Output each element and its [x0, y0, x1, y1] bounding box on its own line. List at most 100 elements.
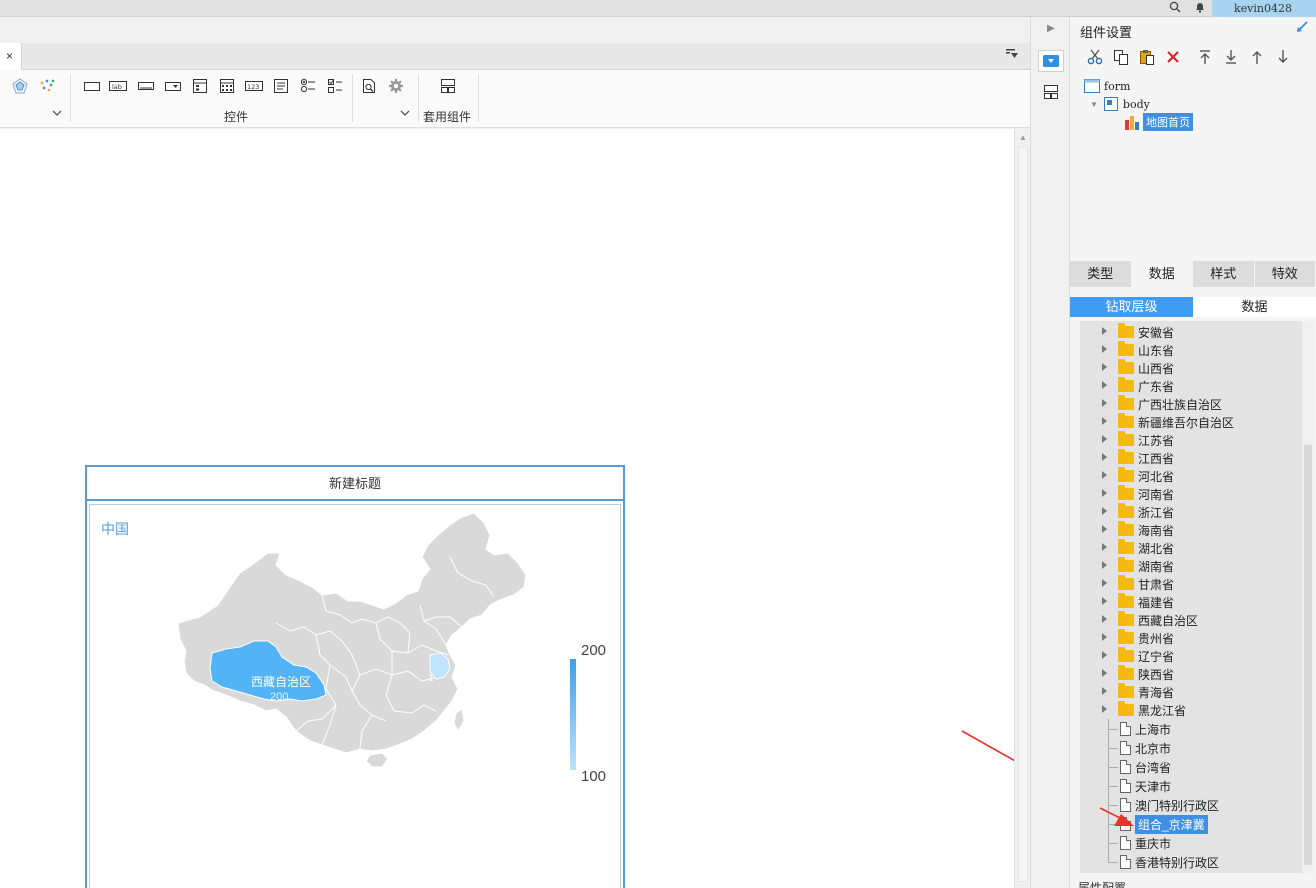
layout-button[interactable] — [1038, 81, 1064, 103]
tree-folder-item[interactable]: 辽宁省 — [1080, 647, 1302, 665]
expand-arrow-icon[interactable]: ▶ — [1047, 23, 1055, 34]
segment-data[interactable]: 数据 — [1193, 297, 1316, 317]
map-widget[interactable]: 新建标题 中国 西藏自治区 200 1 200 100 — [85, 465, 625, 888]
close-icon[interactable]: × — [6, 49, 13, 63]
tree-folder-item[interactable]: 贵州省 — [1080, 629, 1302, 647]
tree-folder-item[interactable]: 福建省 — [1080, 593, 1302, 611]
component-settings-button[interactable] — [1038, 50, 1064, 72]
expand-caret-icon[interactable] — [1102, 363, 1107, 371]
expand-caret-icon[interactable] — [1102, 453, 1107, 461]
scroll-up-icon[interactable]: ▲ — [1019, 133, 1027, 142]
copy-icon[interactable] — [1112, 48, 1130, 66]
user-menu[interactable]: kevin0428 — [1212, 0, 1316, 17]
expand-caret-icon[interactable] — [1102, 507, 1107, 515]
tree-folder-item[interactable]: 湖南省 — [1080, 557, 1302, 575]
tab-style[interactable]: 样式 — [1193, 261, 1255, 287]
expand-triangle-icon[interactable]: ▼ — [1090, 100, 1098, 109]
tree-folder-item[interactable]: 海南省 — [1080, 521, 1302, 539]
textfield-icon[interactable] — [137, 78, 155, 94]
visual-map-legend[interactable] — [570, 659, 576, 770]
tree-folder-item[interactable]: 甘肃省 — [1080, 575, 1302, 593]
bell-icon[interactable] — [1194, 1, 1206, 16]
tree-folder-item[interactable]: 浙江省 — [1080, 503, 1302, 521]
tree-folder-item[interactable]: 河南省 — [1080, 485, 1302, 503]
expand-caret-icon[interactable] — [1102, 579, 1107, 587]
tree-folder-item[interactable]: 江西省 — [1080, 449, 1302, 467]
chevron-down-icon[interactable] — [400, 108, 410, 121]
tree-folder-item[interactable]: 湖北省 — [1080, 539, 1302, 557]
paste-icon[interactable] — [1138, 48, 1156, 66]
tree-node-body[interactable]: ▼ body — [1090, 95, 1150, 113]
expand-caret-icon[interactable] — [1102, 327, 1107, 335]
expand-caret-icon[interactable] — [1102, 669, 1107, 677]
move-bottom-icon[interactable] — [1222, 48, 1240, 66]
checkbox-group-icon[interactable] — [326, 78, 344, 94]
tree-folder-item[interactable]: 青海省 — [1080, 683, 1302, 701]
expand-caret-icon[interactable] — [1102, 489, 1107, 497]
expand-caret-icon[interactable] — [1102, 687, 1107, 695]
tree-folder-item[interactable]: 广东省 — [1080, 377, 1302, 395]
document-tab[interactable]: × — [0, 43, 22, 70]
radio-group-icon[interactable] — [299, 78, 317, 94]
settings-icon[interactable] — [387, 78, 405, 94]
segment-drill-level[interactable]: 钻取层级 — [1070, 297, 1193, 317]
tree-folder-item[interactable]: 山东省 — [1080, 341, 1302, 359]
expand-caret-icon[interactable] — [1102, 345, 1107, 353]
cut-icon[interactable] — [1086, 48, 1104, 66]
expand-caret-icon[interactable] — [1102, 651, 1107, 659]
tab-menu-icon[interactable] — [1006, 49, 1018, 62]
search-icon[interactable] — [1169, 1, 1181, 16]
label-icon[interactable]: lab — [109, 78, 127, 94]
drill-tree-scrollbar[interactable] — [1302, 321, 1314, 873]
delete-icon[interactable] — [1164, 48, 1182, 66]
pin-icon[interactable] — [1296, 21, 1308, 36]
calendar-icon[interactable] — [218, 78, 236, 94]
tree-folder-item[interactable]: 陕西省 — [1080, 665, 1302, 683]
design-canvas[interactable]: 新建标题 中国 西藏自治区 200 1 200 100 — [0, 129, 1014, 888]
expand-caret-icon[interactable] — [1102, 597, 1107, 605]
expand-caret-icon[interactable] — [1102, 525, 1107, 533]
widget-title[interactable]: 新建标题 — [87, 467, 623, 501]
tree-node-form[interactable]: form — [1084, 77, 1130, 95]
tree-folder-item[interactable]: 西藏自治区 — [1080, 611, 1302, 629]
scrollbar-thumb[interactable] — [1018, 147, 1028, 882]
move-top-icon[interactable] — [1196, 48, 1214, 66]
drill-level-tree[interactable]: 安徽省 山东省 山西省 广东省 广西壮族自治区 新疆维吾尔自治区 江苏省 江西省 河北省 河南省浙… — [1080, 321, 1302, 873]
map-chart-area[interactable]: 中国 西藏自治区 200 1 200 100 — [89, 504, 621, 888]
tree-folder-item[interactable]: 广西壮族自治区 — [1080, 395, 1302, 413]
tree-folder-item[interactable]: 黑龙江省 — [1080, 701, 1302, 719]
scatter-chart-icon[interactable] — [38, 78, 56, 94]
move-down-icon[interactable] — [1274, 48, 1292, 66]
tree-folder-item[interactable]: 新疆维吾尔自治区 — [1080, 413, 1302, 431]
template-component-icon[interactable] — [439, 78, 457, 94]
number-icon[interactable]: 123 — [245, 78, 263, 94]
tree-folder-item[interactable]: 江苏省 — [1080, 431, 1302, 449]
expand-caret-icon[interactable] — [1102, 435, 1107, 443]
tab-data[interactable]: 数据 — [1131, 261, 1193, 287]
tree-folder-item[interactable]: 安徽省 — [1080, 323, 1302, 341]
expand-caret-icon[interactable] — [1102, 561, 1107, 569]
expand-caret-icon[interactable] — [1102, 381, 1107, 389]
canvas-scrollbar[interactable]: ▲ — [1014, 129, 1030, 888]
tree-folder-item[interactable]: 山西省 — [1080, 359, 1302, 377]
expand-caret-icon[interactable] — [1102, 471, 1107, 479]
expand-caret-icon[interactable] — [1102, 633, 1107, 641]
tab-effects[interactable]: 特效 — [1254, 261, 1316, 287]
chevron-down-icon[interactable] — [52, 108, 62, 121]
china-map[interactable] — [90, 505, 622, 888]
datetime-icon[interactable] — [191, 78, 209, 94]
tree-folder-item[interactable]: 河北省 — [1080, 467, 1302, 485]
expand-caret-icon[interactable] — [1102, 705, 1107, 713]
scrollbar-thumb[interactable] — [1304, 445, 1312, 865]
radar-chart-icon[interactable] — [11, 78, 29, 94]
textarea-icon[interactable] — [272, 78, 290, 94]
combobox-icon[interactable] — [164, 78, 182, 94]
preview-icon[interactable] — [360, 78, 378, 94]
expand-caret-icon[interactable] — [1102, 399, 1107, 407]
tree-node-map[interactable]: 地图首页 — [1124, 113, 1193, 131]
expand-caret-icon[interactable] — [1102, 543, 1107, 551]
expand-caret-icon[interactable] — [1102, 417, 1107, 425]
button-icon[interactable] — [83, 78, 101, 94]
expand-caret-icon[interactable] — [1102, 615, 1107, 623]
tab-type[interactable]: 类型 — [1070, 261, 1132, 287]
